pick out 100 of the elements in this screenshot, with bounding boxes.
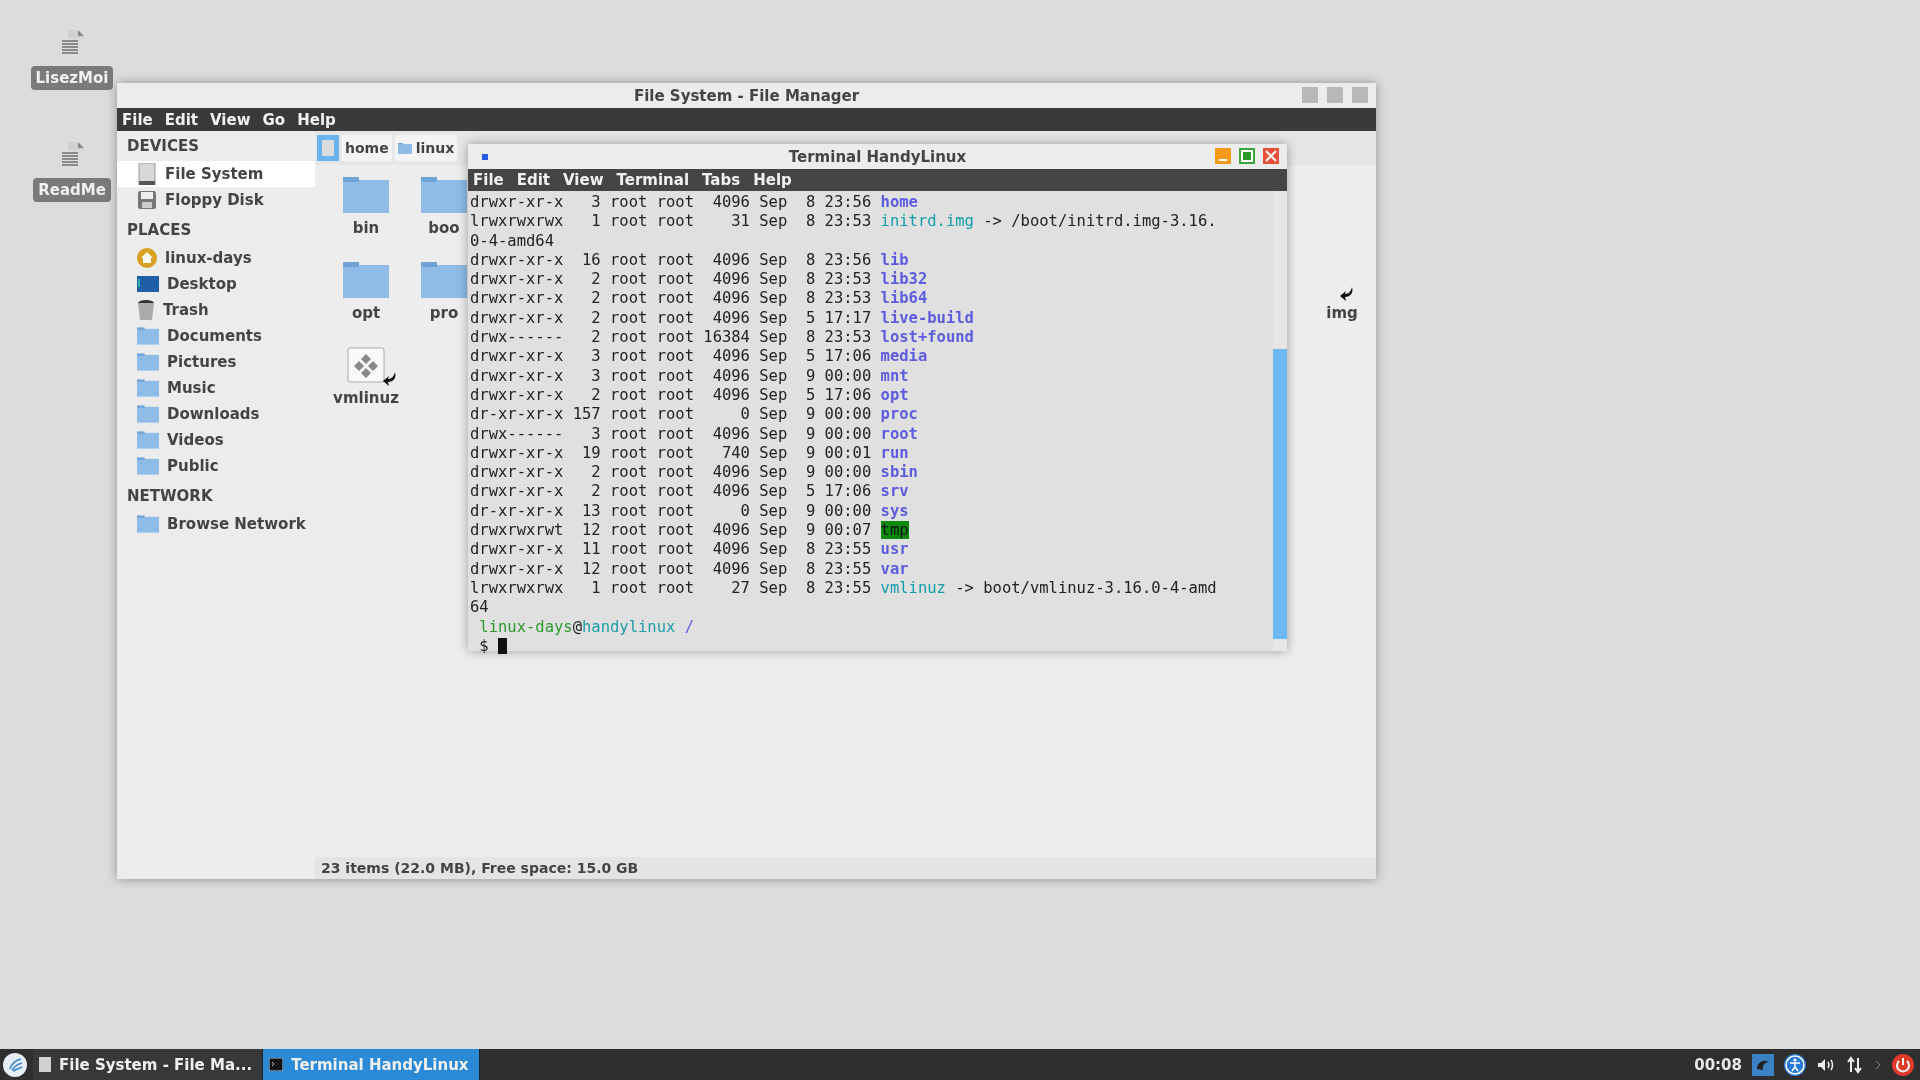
terminal-text: 64	[470, 598, 489, 617]
desktop-icon-label[interactable]: ReadMe	[33, 178, 111, 202]
file-name: lib64	[880, 289, 928, 308]
folder-icon	[137, 379, 159, 397]
sidebar-item[interactable]: Public	[117, 453, 315, 479]
terminal-text: drwxr-xr-x 16 root root 4096 Sep 8 23:56	[470, 250, 872, 269]
prompt-at: @	[572, 617, 582, 636]
folder-icon	[343, 177, 389, 213]
menu-item[interactable]: Help	[753, 171, 792, 189]
window-title: File System - File Manager	[633, 86, 860, 105]
folder-icon	[137, 405, 159, 423]
file-name: sys	[880, 501, 909, 520]
prompt-user: linux-days	[479, 617, 573, 636]
sidebar-heading: PLACES	[126, 220, 193, 241]
path-button[interactable]: home	[342, 135, 392, 161]
desktop-icon-label[interactable]: LisezMoi	[30, 66, 114, 90]
terminal-text: 0-4-amd64	[470, 231, 554, 250]
file-name: usr	[880, 540, 909, 559]
text-cursor	[498, 637, 507, 654]
menu-item[interactable]: Help	[297, 110, 336, 129]
file-name: tmp	[880, 521, 909, 540]
sidebar-item[interactable]: Music	[117, 375, 315, 401]
terminal-text: lrwxrwxrwx 1 root root 31 Sep 8 23:53	[470, 212, 872, 231]
prompt-path: /	[684, 617, 694, 636]
path-button[interactable]: linux	[394, 135, 458, 161]
minimize-icon	[1219, 159, 1227, 161]
folder-icon	[137, 515, 159, 533]
sidebar-item[interactable]: linux-days	[117, 245, 315, 271]
prompt-host: handylinux	[582, 617, 676, 636]
sidebar-item[interactable]: Desktop	[117, 271, 315, 297]
clock: 00:08	[1694, 1055, 1742, 1074]
terminal-text: drwxrwxrwt 12 root root 4096 Sep 9 00:07	[470, 521, 872, 540]
sidebar-item[interactable]: Videos	[117, 427, 315, 453]
status-text: 23 items (22.0 MB), Free space: 15.0 GB	[321, 860, 639, 876]
menu-item[interactable]: File	[122, 110, 153, 129]
maximize-icon	[1241, 150, 1253, 162]
file-label[interactable]: boo	[428, 219, 460, 237]
drive-icon	[322, 140, 334, 156]
close-icon	[1265, 150, 1277, 162]
maximize-button[interactable]	[1239, 148, 1255, 164]
file-label[interactable]: img	[1326, 304, 1358, 322]
file-label[interactable]: bin	[352, 219, 380, 237]
menu-item[interactable]: View	[210, 110, 251, 129]
menu-item[interactable]: Edit	[516, 171, 550, 189]
terminal-text: drwxr-xr-x 2 root root 4096 Sep 8 23:53	[470, 270, 872, 289]
chevron-icon[interactable]	[1874, 1058, 1882, 1071]
terminal-text: dr-xr-xr-x 13 root root 0 Sep 9 00:00	[470, 501, 872, 520]
sidebar-item[interactable]: Downloads	[117, 401, 315, 427]
file-name: mnt	[880, 366, 909, 385]
menu-item[interactable]: File	[473, 171, 504, 189]
desktop-icon	[137, 276, 159, 292]
sidebar-item[interactable]: Browse Network	[117, 511, 315, 537]
close-button[interactable]	[1263, 148, 1279, 164]
binary-file-icon	[347, 347, 385, 383]
link-target: -> boot/vmlinuz-3.16.0-4-amd	[955, 578, 1217, 597]
menu-item[interactable]: Edit	[164, 110, 198, 129]
file-name: live-build	[880, 308, 974, 327]
start-menu-button[interactable]	[3, 1052, 27, 1077]
file-name: home	[880, 193, 918, 211]
file-name: media	[880, 347, 928, 366]
folder-icon	[421, 262, 467, 298]
terminal-text: drwxr-xr-x 3 root root 4096 Sep 8 23:56	[470, 193, 872, 211]
sidebar-item[interactable]: Pictures	[117, 349, 315, 375]
menu-item[interactable]: Terminal	[616, 171, 690, 189]
file-name: proc	[880, 405, 918, 424]
file-name: var	[880, 559, 909, 578]
network-arrows-icon[interactable]	[1846, 1055, 1864, 1074]
folder-icon	[137, 327, 159, 345]
folder-icon	[137, 457, 159, 475]
sidebar-item[interactable]: Trash	[117, 297, 315, 323]
file-name: initrd.img	[880, 212, 974, 231]
folder-icon	[137, 353, 159, 371]
taskbar-item[interactable]: File System - File Ma...	[33, 1049, 264, 1080]
power-icon[interactable]	[1892, 1053, 1914, 1076]
file-name: run	[880, 443, 909, 462]
menu-item[interactable]: Tabs	[702, 171, 741, 189]
terminal-text: drwxr-xr-x 19 root root 740 Sep 9 00:01	[470, 443, 872, 462]
sidebar-item[interactable]: Floppy Disk	[117, 187, 315, 213]
file-name: srv	[880, 482, 909, 501]
drive-icon	[137, 163, 157, 185]
scrollbar[interactable]	[1273, 191, 1287, 651]
trash-icon	[137, 300, 155, 320]
menu-item[interactable]: Go	[262, 110, 286, 129]
menu-item[interactable]: View	[563, 171, 604, 189]
file-name: lost+found	[880, 328, 974, 347]
terminal-text: dr-xr-xr-x 157 root root 0 Sep 9 00:00	[470, 405, 872, 424]
file-name: root	[880, 424, 918, 443]
terminal-text: drwx------ 3 root root 4096 Sep 9 00:00	[470, 424, 872, 443]
file-label[interactable]: vmlinuz	[333, 389, 399, 407]
file-label[interactable]: opt	[351, 304, 381, 322]
file-name: opt	[880, 385, 909, 404]
sidebar-item[interactable]: File System	[117, 161, 315, 187]
terminal-text: drwxr-xr-x 2 root root 4096 Sep 9 00:00	[470, 463, 872, 482]
sidebar-item[interactable]: Documents	[117, 323, 315, 349]
link-arrow-icon	[1340, 286, 1354, 302]
terminal-text: lrwxrwxrwx 1 root root 27 Sep 8 23:55	[470, 578, 872, 597]
accessibility-icon[interactable]	[1784, 1053, 1806, 1076]
file-label[interactable]: pro	[429, 304, 459, 322]
minimize-button[interactable]	[1215, 148, 1231, 164]
home-icon	[137, 248, 157, 268]
